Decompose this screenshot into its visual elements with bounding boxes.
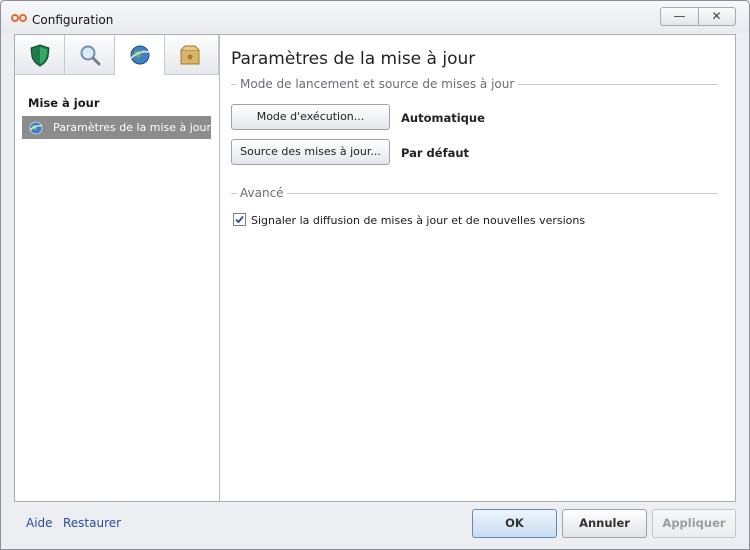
title-bar[interactable]: Configuration — ✕: [1, 1, 749, 33]
restore-link[interactable]: Restaurer: [63, 516, 121, 530]
tab-scan[interactable]: [65, 35, 115, 75]
settings-panel: Paramètres de la mise à jour Mode de lan…: [220, 35, 735, 501]
checkmark-icon: [235, 215, 244, 224]
update-source-value: Par défaut: [401, 146, 470, 160]
group-header-launch-source: Mode de lancement et source de mises à j…: [231, 77, 718, 91]
group-header-advanced: Avancé: [231, 186, 718, 200]
globe-update-icon: [29, 121, 43, 135]
tab-protection[interactable]: [15, 35, 65, 75]
globe-update-icon: [130, 45, 150, 65]
window-controls: — ✕: [660, 7, 736, 26]
update-source-button[interactable]: Source des mises à jour...: [231, 139, 390, 165]
configuration-window: Configuration — ✕ Mise à jour Paramètres…: [0, 0, 750, 550]
page-title: Paramètres de la mise à jour: [231, 49, 476, 69]
apply-button[interactable]: Appliquer: [652, 509, 736, 538]
category-tabs: [15, 35, 219, 75]
sidebar-item-label: Paramètres de la mise à jour: [53, 121, 212, 134]
notify-updates-label[interactable]: Signaler la diffusion de mises à jour et…: [251, 214, 585, 227]
sidebar: Mise à jour Paramètres de la mise à jour: [15, 35, 220, 501]
client-area: Mise à jour Paramètres de la mise à jour…: [14, 34, 736, 502]
run-mode-button[interactable]: Mode d'exécution...: [231, 104, 390, 130]
window-title: Configuration: [32, 13, 114, 27]
section-title: Mise à jour: [28, 96, 100, 110]
sidebar-item-update-settings[interactable]: Paramètres de la mise à jour: [22, 116, 211, 139]
shield-icon: [30, 44, 50, 67]
box-icon: [180, 45, 200, 65]
help-link[interactable]: Aide: [26, 516, 53, 530]
tab-update[interactable]: [115, 35, 165, 75]
group-title: Avancé: [237, 186, 287, 200]
minimize-button[interactable]: —: [661, 8, 699, 25]
ok-button[interactable]: OK: [472, 509, 557, 538]
tab-quarantine[interactable]: [165, 35, 219, 75]
app-logo-icon: [11, 14, 27, 22]
dialog-footer: Aide Restaurer OK Annuler Appliquer: [1, 503, 749, 549]
group-title: Mode de lancement et source de mises à j…: [237, 77, 518, 91]
magnifier-icon: [80, 45, 101, 66]
cancel-button[interactable]: Annuler: [562, 509, 647, 538]
close-button[interactable]: ✕: [698, 8, 735, 25]
run-mode-value: Automatique: [401, 111, 485, 125]
notify-updates-checkbox[interactable]: [233, 213, 246, 226]
